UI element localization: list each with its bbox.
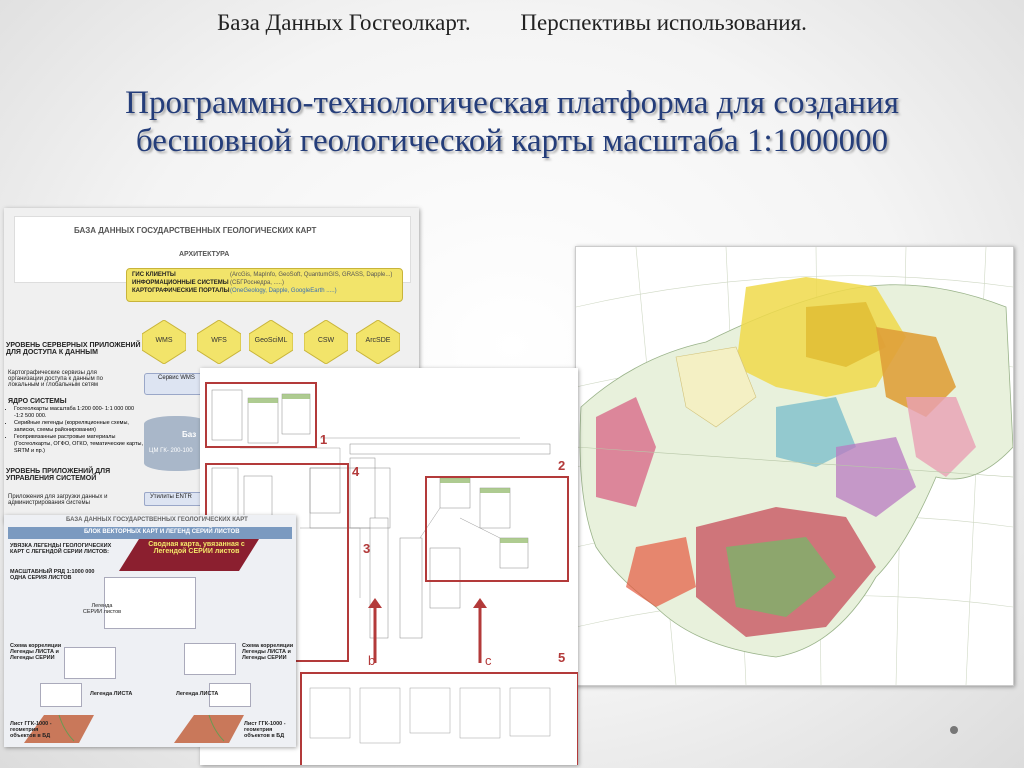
core-item: Серийные легенды (корреляционные схемы, … [14, 420, 144, 434]
schema-label-2: 2 [558, 458, 566, 473]
title-line-1: Программно-технологическая платформа для… [125, 85, 899, 121]
schema-label-3: 3 [363, 541, 371, 556]
vec-scale: МАСШТАБНЫЙ РЯД 1:1000 000 ОДНА СЕРИЯ ЛИС… [10, 569, 95, 581]
arch-subheading: АРХИТЕКТУРА [179, 251, 230, 258]
russia-map-graphic [576, 247, 1013, 685]
db-top: Баз [182, 430, 197, 439]
db-label: ЦМ ГК- 200-100 [149, 448, 193, 454]
service-box: Сервис WMS [158, 375, 195, 381]
schema-label-1: 1 [320, 432, 328, 447]
core-item: Госгеолкарты масштаба 1:200 000- 1:1 000… [14, 406, 144, 420]
schema-frame-2 [425, 476, 569, 582]
header-left: База Данных Госгеолкарт. [217, 10, 471, 35]
schema-frame-5 [300, 672, 578, 765]
level2-desc: Приложения для загрузки данных и админис… [8, 494, 108, 506]
arch-heading: БАЗА ДАННЫХ ГОСУДАРСТВЕННЫХ ГЕОЛОГИЧЕСКИ… [74, 226, 317, 235]
level1-desc: Картографические сервизы для организации… [8, 370, 103, 388]
vec-intro: УВЯЗКА ЛЕГЕНДЫ ГЕОЛОГИЧЕСКИХ КАРТ С ЛЕГЕ… [10, 543, 112, 555]
core-list: Госгеолкарты масштаба 1:200 000- 1:1 000… [4, 406, 144, 455]
utils-label: Утилиты ENTR [150, 494, 192, 500]
schema-label-c: c [485, 653, 492, 668]
schema-label-4: 4 [352, 464, 360, 479]
corr-left: Схема корреляции Легенды ЛИСТА и Легенды… [10, 643, 62, 661]
header-right: Перспективы использования. [520, 10, 807, 35]
service-label: GeoSciML [254, 337, 288, 344]
vector-maps-diagram: БАЗА ДАННЫХ ГОСУДАРСТВЕННЫХ ГЕОЛОГИЧЕСКИ… [4, 515, 296, 747]
slide-title: Программно-технологическая платформа для… [40, 84, 984, 160]
corr-right: Схема корреляции Легенды ЛИСТА и Легенды… [242, 643, 294, 661]
schema-frame-1 [205, 382, 317, 448]
vec-banner: Сводная карта, увязанная с Легендой СЕРИ… [148, 541, 245, 555]
service-wfs: WFS [196, 319, 242, 380]
title-line-2: бесшовной геологической карты масштаба 1… [135, 123, 889, 159]
core-heading: ЯДРО СИСТЕМЫ [8, 398, 67, 405]
vec-heading: БАЗА ДАННЫХ ГОСУДАРСТВЕННЫХ ГЕОЛОГИЧЕСКИ… [66, 517, 248, 523]
service-label: ArcSDE [365, 337, 391, 344]
sheet-left: Лист ГГК-1000 - геометрия объектов в БД [10, 721, 52, 739]
gis-value: (ArcGis, MapInfo, GeoSoft, QuantumGIS, G… [230, 272, 393, 278]
slide-header: База Данных Госгеолкарт. Перспективы исп… [0, 10, 1024, 36]
level2-heading: УРОВЕНЬ ПРИЛОЖЕНИЙ ДЛЯ УПРАВЛЕНИЯ СИСТЕМ… [6, 468, 111, 482]
slide-bullet-dot [950, 726, 958, 734]
service-arcsde: ArcSDE [355, 319, 401, 380]
legend-left: Легенда ЛИСТА [90, 691, 133, 697]
vec-subheading: БЛОК ВЕКТОРНЫХ КАРТ И ЛЕГЕНД СЕРИЙ ЛИСТО… [84, 529, 240, 535]
service-label: WMS [155, 337, 173, 344]
portal-label: КАРТОГРАФИЧЕСКИЕ ПОРТАЛЫ [132, 288, 230, 294]
service-geosciml: GeoSciML [248, 319, 294, 380]
service-csw: CSW [303, 319, 349, 380]
schema-label-b: b [368, 653, 376, 668]
sheet-right: Лист ГГК-1000 - геометрия объектов в БД [244, 721, 286, 739]
service-label: CSW [317, 337, 335, 344]
service-label: WFS [211, 337, 227, 344]
legend-right: Легенда ЛИСТА [176, 691, 219, 697]
gis-label: ГИС КЛИЕНТЫ [132, 272, 176, 278]
level1-heading: УРОВЕНЬ СЕРВЕРНЫХ ПРИЛОЖЕНИЙ ДЛЯ ДОСТУПА… [6, 342, 141, 356]
schema-label-5: 5 [558, 650, 566, 665]
core-item: Геопривязанные растровые материалы (Госг… [14, 434, 144, 455]
portal-value: (OneGeology, Dapple, GoogleEarth .....) [230, 288, 337, 294]
info-label: ИНФОРМАЦИОННЫЕ СИСТЕМЫ [132, 280, 229, 286]
info-value: (СБГРоснедра, .....) [230, 280, 284, 286]
service-wms: WMS [141, 319, 187, 380]
geological-map-image [575, 246, 1014, 686]
legend-series: Легенда СЕРИИ листов [82, 603, 122, 615]
